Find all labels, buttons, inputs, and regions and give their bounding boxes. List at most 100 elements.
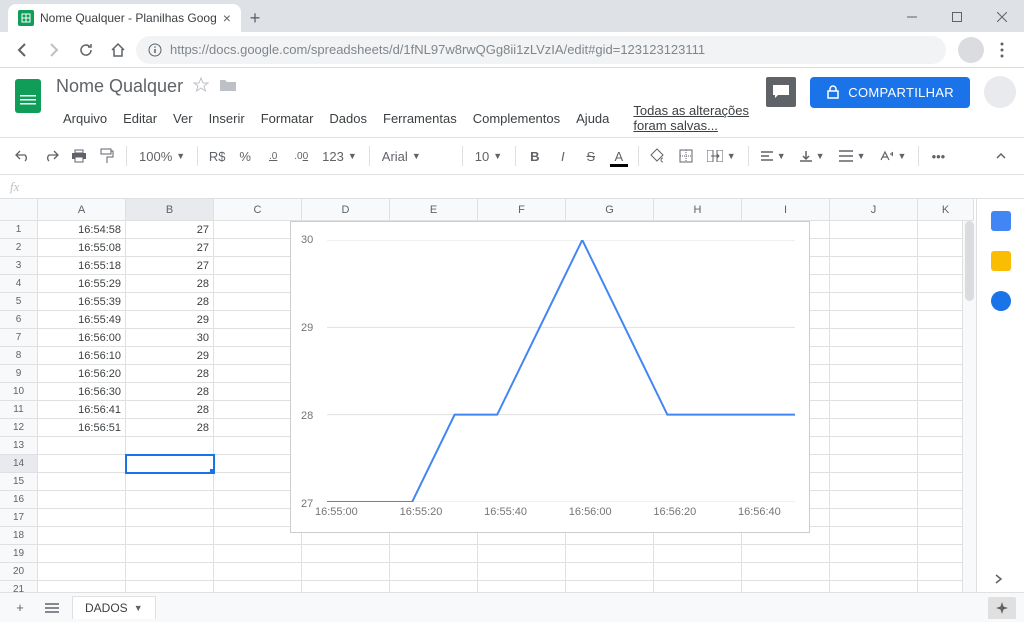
column-header-B[interactable]: B — [126, 199, 214, 221]
row-header-5[interactable]: 5 — [0, 293, 38, 311]
row-header-15[interactable]: 15 — [0, 473, 38, 491]
cell-C7[interactable] — [214, 329, 302, 347]
cell-B11[interactable]: 28 — [126, 401, 214, 419]
cell-B8[interactable]: 29 — [126, 347, 214, 365]
cell-A21[interactable] — [38, 581, 126, 592]
side-panel-chevron-icon[interactable] — [991, 572, 1011, 592]
cell-E20[interactable] — [390, 563, 478, 581]
cell-B16[interactable] — [126, 491, 214, 509]
cell-F19[interactable] — [478, 545, 566, 563]
cell-A13[interactable] — [38, 437, 126, 455]
vertical-scrollbar[interactable] — [962, 221, 976, 592]
cell-J15[interactable] — [830, 473, 918, 491]
cell-B5[interactable]: 28 — [126, 293, 214, 311]
cell-B20[interactable] — [126, 563, 214, 581]
column-header-F[interactable]: F — [478, 199, 566, 221]
paint-format-button[interactable] — [94, 143, 120, 169]
cell-C9[interactable] — [214, 365, 302, 383]
tasks-addon-icon[interactable] — [991, 291, 1011, 311]
cell-J8[interactable] — [830, 347, 918, 365]
row-header-18[interactable]: 18 — [0, 527, 38, 545]
cell-H19[interactable] — [654, 545, 742, 563]
cell-B17[interactable] — [126, 509, 214, 527]
cell-A15[interactable] — [38, 473, 126, 491]
browser-tab[interactable]: Nome Qualquer - Planilhas Goog × — [8, 4, 241, 32]
cell-A7[interactable]: 16:56:00 — [38, 329, 126, 347]
cell-C19[interactable] — [214, 545, 302, 563]
tab-close-icon[interactable]: × — [223, 10, 231, 26]
cell-A18[interactable] — [38, 527, 126, 545]
font-size-dropdown[interactable]: 10▼ — [469, 149, 509, 164]
row-header-17[interactable]: 17 — [0, 509, 38, 527]
text-wrap-button[interactable]: ▼ — [833, 150, 872, 162]
cell-C1[interactable] — [214, 221, 302, 239]
keep-addon-icon[interactable] — [991, 251, 1011, 271]
fill-color-button[interactable] — [645, 143, 671, 169]
cell-A2[interactable]: 16:55:08 — [38, 239, 126, 257]
font-dropdown[interactable]: Arial▼ — [376, 149, 456, 164]
row-header-19[interactable]: 19 — [0, 545, 38, 563]
cell-B3[interactable]: 27 — [126, 257, 214, 275]
cell-E19[interactable] — [390, 545, 478, 563]
cell-A3[interactable]: 16:55:18 — [38, 257, 126, 275]
user-avatar[interactable] — [984, 76, 1016, 108]
cell-A9[interactable]: 16:56:20 — [38, 365, 126, 383]
borders-button[interactable] — [673, 143, 699, 169]
row-header-9[interactable]: 9 — [0, 365, 38, 383]
print-button[interactable] — [66, 143, 92, 169]
column-header-C[interactable]: C — [214, 199, 302, 221]
cell-A17[interactable] — [38, 509, 126, 527]
menu-formatar[interactable]: Formatar — [254, 107, 321, 130]
cell-B12[interactable]: 28 — [126, 419, 214, 437]
cell-I19[interactable] — [742, 545, 830, 563]
cell-C18[interactable] — [214, 527, 302, 545]
cell-J16[interactable] — [830, 491, 918, 509]
cell-D19[interactable] — [302, 545, 390, 563]
cell-C10[interactable] — [214, 383, 302, 401]
cell-B13[interactable] — [126, 437, 214, 455]
cell-C12[interactable] — [214, 419, 302, 437]
cell-J20[interactable] — [830, 563, 918, 581]
row-header-20[interactable]: 20 — [0, 563, 38, 581]
cell-J1[interactable] — [830, 221, 918, 239]
cell-B15[interactable] — [126, 473, 214, 491]
undo-button[interactable] — [10, 143, 36, 169]
save-status[interactable]: Todas as alterações foram salvas... — [626, 99, 766, 137]
zoom-dropdown[interactable]: 100%▼ — [133, 149, 191, 164]
row-header-13[interactable]: 13 — [0, 437, 38, 455]
row-header-3[interactable]: 3 — [0, 257, 38, 275]
cell-J9[interactable] — [830, 365, 918, 383]
column-header-H[interactable]: H — [654, 199, 742, 221]
column-header-A[interactable]: A — [38, 199, 126, 221]
cell-A6[interactable]: 16:55:49 — [38, 311, 126, 329]
menu-arquivo[interactable]: Arquivo — [56, 107, 114, 130]
cell-J3[interactable] — [830, 257, 918, 275]
cell-C20[interactable] — [214, 563, 302, 581]
row-header-4[interactable]: 4 — [0, 275, 38, 293]
sheet-tab[interactable]: DADOS▼ — [72, 596, 156, 619]
merge-cells-button[interactable]: ▼ — [701, 150, 742, 162]
cell-D20[interactable] — [302, 563, 390, 581]
column-header-G[interactable]: G — [566, 199, 654, 221]
cell-I20[interactable] — [742, 563, 830, 581]
cell-J2[interactable] — [830, 239, 918, 257]
home-button[interactable] — [104, 36, 132, 64]
cell-B1[interactable]: 27 — [126, 221, 214, 239]
cell-J19[interactable] — [830, 545, 918, 563]
cell-B4[interactable]: 28 — [126, 275, 214, 293]
new-tab-button[interactable]: + — [241, 4, 269, 32]
h-align-button[interactable]: ▼ — [755, 151, 792, 161]
maximize-button[interactable] — [934, 2, 979, 32]
cell-J4[interactable] — [830, 275, 918, 293]
menu-inserir[interactable]: Inserir — [202, 107, 252, 130]
cell-A5[interactable]: 16:55:39 — [38, 293, 126, 311]
back-button[interactable] — [8, 36, 36, 64]
comments-button[interactable] — [766, 77, 796, 107]
collapse-toolbar-button[interactable] — [988, 143, 1014, 169]
cell-I21[interactable] — [742, 581, 830, 592]
add-sheet-button[interactable]: + — [8, 596, 32, 620]
document-title[interactable]: Nome Qualquer — [56, 76, 183, 97]
forward-button[interactable] — [40, 36, 68, 64]
cell-J6[interactable] — [830, 311, 918, 329]
row-header-7[interactable]: 7 — [0, 329, 38, 347]
